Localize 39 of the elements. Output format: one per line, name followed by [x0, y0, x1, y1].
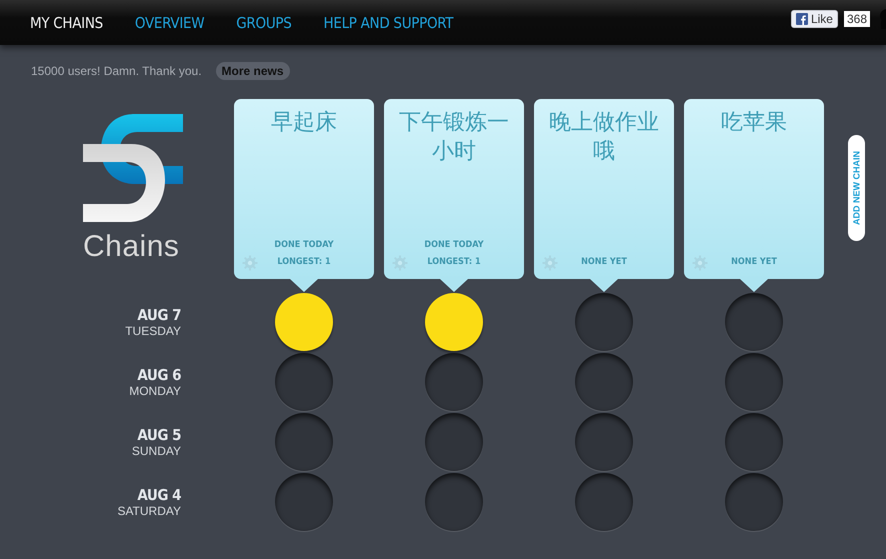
- chain-card[interactable]: 下午锻炼一小时 DONE TODAY LONGEST: 1: [384, 99, 524, 279]
- like-button[interactable]: Like: [790, 10, 838, 28]
- day-date: AUG 6: [137, 366, 181, 384]
- news-text: 15000 users! Damn. Thank you.: [31, 64, 202, 78]
- nav-link[interactable]: GROUPS: [236, 14, 292, 32]
- chain-title: 早起床: [271, 109, 337, 137]
- day-weekday: MONDAY: [129, 384, 181, 398]
- done-mark[interactable]: [275, 293, 333, 351]
- day-date: AUG 4: [137, 486, 181, 504]
- chain-card[interactable]: 晚上做作业哦 NONE YET: [534, 99, 674, 279]
- nav-link[interactable]: HELP AND SUPPORT: [324, 14, 454, 32]
- chain-status: DONE TODAY: [274, 240, 334, 250]
- settings-icon[interactable]: [392, 255, 408, 271]
- like-count: 368: [844, 10, 870, 26]
- chain-card[interactable]: 早起床 DONE TODAY LONGEST: 1: [234, 99, 374, 279]
- chain-status: LONGEST: 1: [427, 257, 481, 267]
- logo-text: Chains: [83, 230, 180, 264]
- more-news-button[interactable]: More news: [216, 62, 290, 80]
- chain-card[interactable]: 吃苹果 NONE YET: [684, 99, 824, 279]
- nav-link[interactable]: OVERVIEW: [134, 14, 204, 32]
- day-weekday: SATURDAY: [117, 504, 181, 518]
- chain-status: LONGEST: 1: [277, 257, 331, 267]
- settings-icon[interactable]: [242, 255, 258, 271]
- day-weekday: SUNDAY: [132, 444, 181, 458]
- day-weekday: TUESDAY: [125, 324, 181, 338]
- settings-icon[interactable]: [692, 255, 708, 271]
- chain-title: 下午锻炼一小时: [398, 109, 510, 166]
- chain-status: NONE YET: [581, 257, 627, 267]
- chain-status: NONE YET: [731, 257, 777, 267]
- facebook-icon: [796, 12, 808, 24]
- day-date: AUG 5: [137, 426, 181, 444]
- chain-title: 吃苹果: [721, 109, 787, 137]
- chain-title: 晚上做作业哦: [548, 109, 660, 166]
- settings-icon[interactable]: [542, 255, 558, 271]
- nav-link[interactable]: MY CHAINS: [30, 14, 103, 32]
- done-mark[interactable]: [425, 293, 483, 351]
- add-new-chain-button[interactable]: ADD NEW CHAIN: [848, 135, 865, 241]
- day-date: AUG 7: [137, 306, 181, 324]
- chain-status: DONE TODAY: [424, 240, 484, 250]
